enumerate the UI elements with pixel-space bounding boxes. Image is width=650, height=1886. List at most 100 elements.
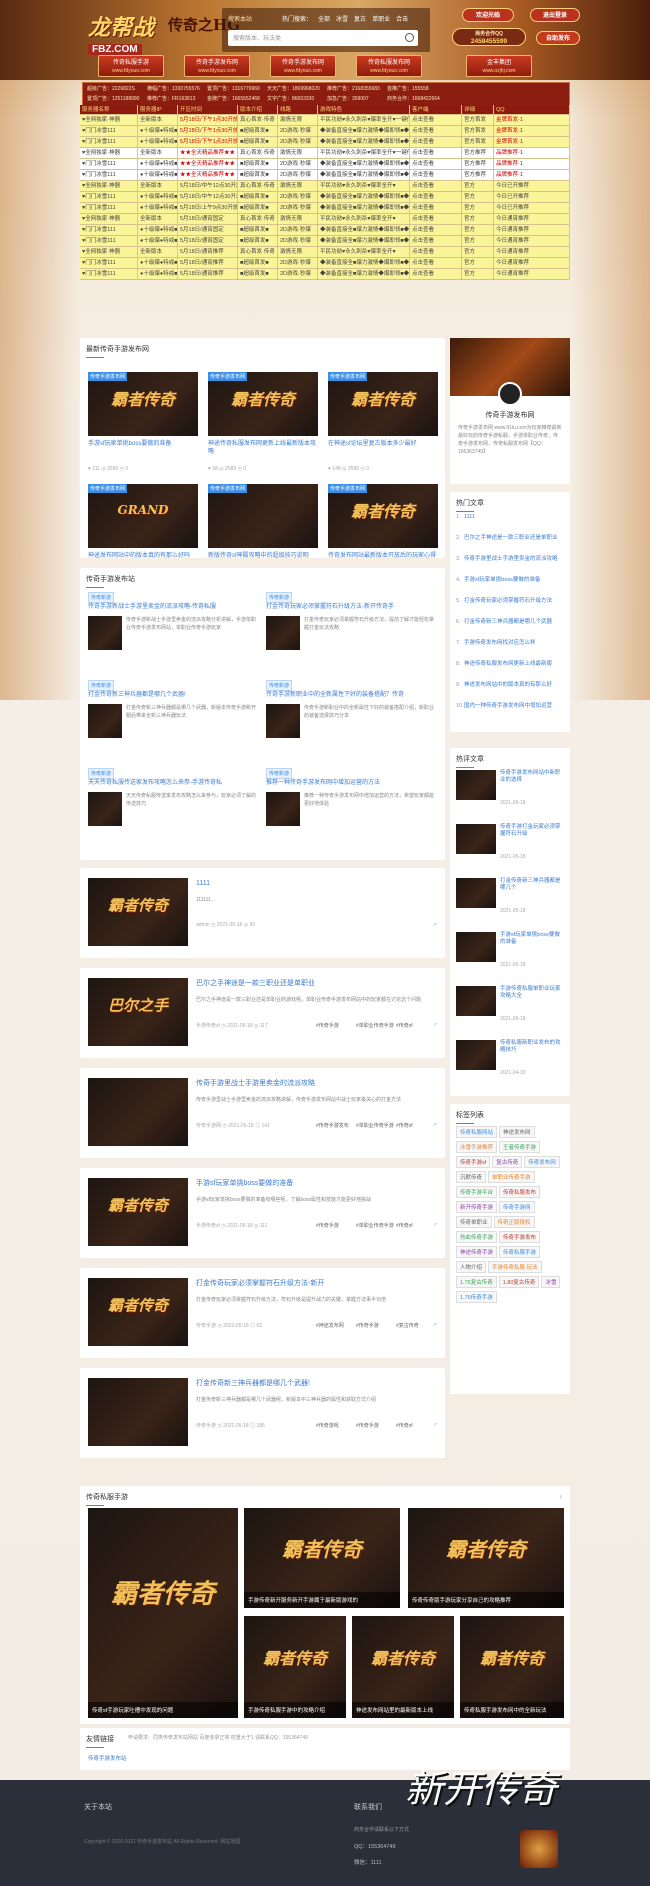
hot-item[interactable]: 1. 1111 [456, 514, 566, 521]
pub-item[interactable]: 传奇新游 推荐一种传奇手游发布网中增加运营的方法 推荐一种传奇手游发布网中增加运营的… [266, 768, 438, 850]
thumbnail-image[interactable]: 霸者传奇 传奇私服手游发布网中的全新玩法 [460, 1616, 564, 1718]
tag-link[interactable]: 传奇正版授权 [493, 1216, 535, 1228]
article-tag[interactable]: #传奇手游 [356, 1422, 379, 1429]
hot-item[interactable]: 5. 打金传奇玩家必须掌握符石升级方法 [456, 598, 566, 605]
table-row[interactable]: ♥全网独家·神器 全新版本 5月18日/通宵固定 真心首发·传奇 激情无限 平民功勋♥永久… [80, 214, 570, 225]
card-title[interactable]: 新版传奇sf神殿攻略中的超级技巧说明 [208, 552, 318, 560]
search-tab[interactable]: 搜索本站 [228, 14, 252, 23]
thumbnail-image[interactable] [88, 1378, 188, 1446]
article-title[interactable]: 巴尔之手神途是一款三职业还是单职业 [196, 980, 436, 988]
tag-link[interactable]: 传奇手游平台 [456, 1186, 498, 1198]
thumbnail-image[interactable]: 霸者传奇 [88, 878, 188, 946]
table-row[interactable]: ♥全网独家·神器 全新版本 5月18日/中午12点30开放 真心首发·传奇 激情无限 平民… [80, 181, 570, 192]
hot-item[interactable]: 9. 神途发布网站中的版本真的有那么好 [456, 682, 566, 689]
pub-title[interactable]: 天天传奇私服传送家发布攻略怎么来参-手游传奇私 [88, 779, 260, 787]
table-cell[interactable]: 点击查看 [410, 170, 462, 180]
table-row[interactable]: ♥门门冰雪111 ●十级爆●特戒■ ★★全天精品推荐★★ ■超级首发■ 2D游戏·秒爆 ◆… [80, 159, 570, 170]
thumbnail-image[interactable] [456, 986, 496, 1016]
thumbnail-image[interactable] [88, 792, 122, 826]
share-icon[interactable]: ↗ [433, 1022, 437, 1028]
tag-link[interactable]: 复古传奇 [492, 1156, 523, 1168]
latest-card[interactable]: 霸者传奇 传奇手游发布网 在神途sf论坛里复古版本多少最好 ♥ 148 ◎ 2588 … [328, 372, 438, 476]
table-row[interactable]: ♥门门冰雪111 ●十级爆●特戒■ 5月18日/下午1点30开放 ■超级首发■ 2D游戏… [80, 137, 570, 148]
tag-link[interactable]: 王者传奇手游 [499, 1141, 541, 1153]
table-cell[interactable]: 点击查看 [410, 225, 462, 235]
table-row[interactable]: ♥全网独家·神器 全新版本 5月18日/下午1点30开放 真心首发·传奇 激情无限 平民功… [80, 115, 570, 126]
pub-item[interactable]: 传奇新游 传奇手游新职业中的全新属性下好的装备搭配？传奇 传奇手游新职业中的全新属性… [266, 680, 438, 762]
thumbnail-image[interactable]: 霸者传奇 传奇手游发布网 [208, 372, 318, 436]
table-row[interactable]: ♥门门冰雪111 ●十级爆●特戒■ 5月18日/通宵固定 ■超级首发■ 2D游戏·秒爆 ◆… [80, 225, 570, 236]
tag-link[interactable]: 传奇手游网 [499, 1201, 535, 1213]
thumbnail-image[interactable] [456, 932, 496, 962]
tag-link[interactable]: 沉默传奇 [456, 1171, 487, 1183]
hot-item[interactable]: 8. 神途传奇私服发布网更新上线最新版 [456, 661, 566, 668]
article-title[interactable]: 手游sf玩家单挑boss要做的准备 [196, 1180, 436, 1188]
card-title[interactable]: 手游sf玩家单挑boss要做的准备 [88, 440, 198, 448]
table-cell[interactable]: 点击查看 [410, 115, 462, 125]
pub-item[interactable]: 传奇新游 天天传奇私服传送家发布攻略怎么来参-手游传奇私 天天传奇私服传送家发布攻略… [88, 768, 260, 850]
table-row[interactable]: ♥门门冰雪111 ●十级爆●特戒■ 5月18日/下午1点30开放 ■超级首发■ 2D游戏… [80, 126, 570, 137]
footer-qq[interactable]: QQ：155364749 [354, 1842, 396, 1850]
hot-link[interactable]: 单职业 [372, 17, 390, 23]
hot-item[interactable]: 7. 手游传奇发布网找对应怎么样 [456, 640, 566, 647]
article-title[interactable]: 1111 [196, 880, 436, 888]
tag-link[interactable]: 传奇私服手游 [499, 1246, 541, 1258]
pub-item[interactable]: 传奇新游 打金传奇新三神兵器都是哪几个武器! 打金传奇新三神兵器都是哪几个武器，新版… [88, 680, 260, 762]
thumbnail-image[interactable] [456, 1040, 496, 1070]
thumbnail-image[interactable]: 霸者传奇 手游传奇新开服务新开手游属于最新版游戏的 [244, 1508, 400, 1608]
thumbnail-image[interactable] [266, 704, 300, 738]
table-row[interactable]: ♥门门冰雪111 ●十级爆●特戒■ 5月18日/通宵推荐 ■超级首发■ 2D游戏·秒爆 ◆… [80, 269, 570, 280]
article-tag[interactable]: #单职业传奇手游 [356, 1222, 394, 1229]
table-cell[interactable]: 点击查看 [410, 269, 462, 279]
thumbnail-image[interactable] [456, 878, 496, 908]
article-tag[interactable]: #传奇游戏 [316, 1422, 339, 1429]
thumbnail-image[interactable] [456, 824, 496, 854]
tag-link[interactable]: 传奇私服发布 [499, 1186, 541, 1198]
thumbnail-image[interactable]: 霸者传奇 神途发布网站里的最新版本上线 [352, 1616, 454, 1718]
thumbnail-image[interactable]: 霸者传奇 手游传奇私服手游中的攻略介绍 [244, 1616, 346, 1718]
thumbnail-image[interactable] [266, 792, 300, 826]
hot-link[interactable]: 合击 [396, 17, 408, 23]
card-title[interactable]: 神途发布网站中的版本真的有那么好吗 [88, 552, 198, 560]
pub-title[interactable]: 推荐一种传奇手游发布网中增加运营的方法 [266, 779, 438, 787]
latest-card[interactable]: 霸者传奇 传奇手游发布网 神途传奇私服发布网更新上线最新版本攻略 ♥ 58 ◎ 258… [208, 372, 318, 476]
share-icon[interactable]: ↗ [433, 1422, 437, 1428]
table-row[interactable]: ♥门门冰雪111 ●十级爆●特戒■ 5月18日/中午12点30开放 ■超级首发■ 2D游… [80, 192, 570, 203]
tag-link[interactable]: 1.76传奇手游 [456, 1291, 497, 1303]
share-icon[interactable]: ↗ [433, 922, 437, 928]
article-tag[interactable]: #神途发布网 [316, 1322, 344, 1329]
thumbnail-image[interactable]: 霸者传奇 [88, 1278, 188, 1346]
tag-link[interactable]: 神途发布网 [499, 1126, 535, 1138]
tag-link[interactable]: 传奇单职业 [456, 1216, 492, 1228]
thumbnail-image[interactable]: 霸者传奇 传奇手游发布网 [328, 372, 438, 436]
hot2-title[interactable]: 打金传奇新三神兵器都是哪几个 [500, 878, 564, 892]
card-title[interactable]: 神途传奇私服发布网更新上线最新版本攻略 [208, 440, 318, 456]
thumbnail-image[interactable] [88, 1078, 188, 1146]
tag-link[interactable]: 冰雪手游推荐 [456, 1141, 498, 1153]
tag-link[interactable]: 传奇私服网站 [456, 1126, 498, 1138]
chevron-right-icon[interactable]: › [559, 1492, 562, 1501]
article-tag[interactable]: #传奇sf [396, 1022, 413, 1029]
thumbnail-image[interactable] [88, 616, 122, 650]
publish-button[interactable]: 自助发布 [536, 31, 580, 45]
article-tag[interactable]: #传奇手游 [316, 1022, 339, 1029]
pub-title[interactable]: 传奇手游新职业中的全新属性下好的装备搭配？传奇 [266, 691, 438, 699]
tag-link[interactable]: 传奇手游sf [456, 1156, 491, 1168]
latest-card[interactable]: 霸者传奇 传奇手游发布网 手游sf玩家单挑boss要做的准备 ♥ 111 ◎ 2590… [88, 372, 198, 476]
article-title[interactable]: 打金传奇玩家必须掌握符石升级方法-新开 [196, 1280, 436, 1288]
thumbnail-image[interactable]: 霸者传奇 传奇传奇版手游玩家分享自己的攻略推荐 [408, 1508, 564, 1608]
hot2-title[interactable]: 传奇手游打金玩家必须掌握符石升级 [500, 824, 564, 838]
tag-link[interactable]: 单职业传奇手游 [488, 1171, 535, 1183]
article-title[interactable]: 传奇手游里战士手游里卖金的流派攻略 [196, 1080, 436, 1088]
thumbnail-image[interactable] [88, 704, 122, 738]
article-title[interactable]: 打金传奇新三神兵器都是哪几个武器! [196, 1380, 436, 1388]
card-title[interactable]: 传奇发布网站最新版本开放后的玩家心得 [328, 552, 438, 560]
pub-item[interactable]: 传奇新游 打金传奇玩家必须掌握符石升级方法-新开传奇手 打金传奇玩家必须掌握符石升级… [266, 592, 438, 674]
tag-link[interactable]: 人物介绍 [456, 1261, 487, 1273]
table-row[interactable]: ♥门门冰雪111 ●十级爆●特戒■ ★★全天精品推荐★★ ■超级首发■ 2D游戏·秒爆 ◆… [80, 170, 570, 181]
article-tag[interactable]: #传奇手游 [316, 1222, 339, 1229]
thumbnail-image[interactable]: 霸者传奇 [88, 1178, 188, 1246]
tag-link[interactable]: 传奇手游发布 [499, 1231, 541, 1243]
article-tag[interactable]: #单职业传奇手游 [356, 1022, 394, 1029]
thumbnail-image[interactable]: 霸者传奇 传奇手游发布网 [88, 372, 198, 436]
